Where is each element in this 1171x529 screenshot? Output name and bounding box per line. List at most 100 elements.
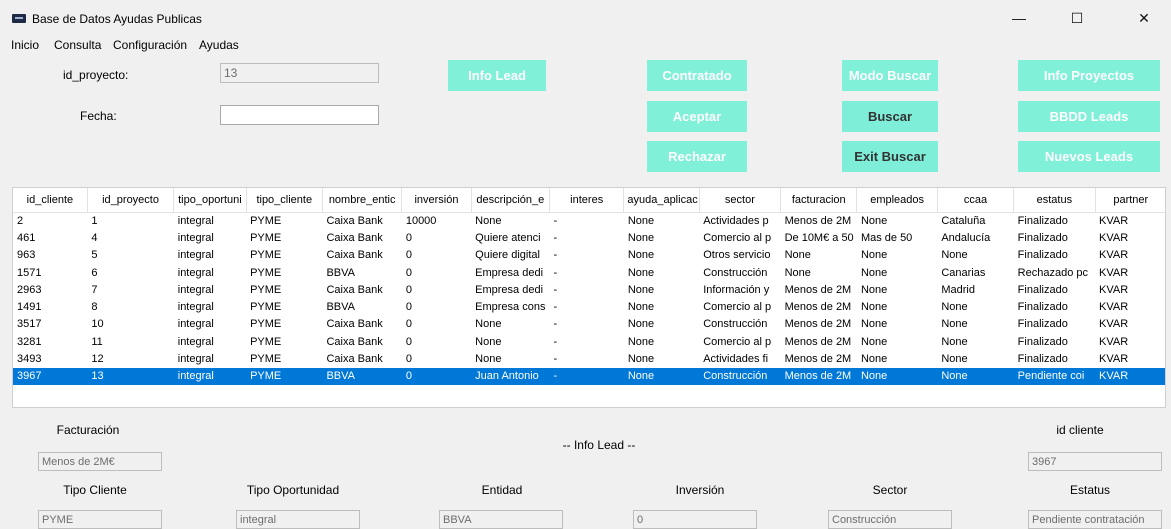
table-cell: - [553, 318, 558, 331]
table-cell: 1491 [17, 301, 42, 314]
table-cell: None [627, 283, 655, 296]
contratado-button[interactable]: Contratado [647, 60, 747, 91]
rechazar-button[interactable]: Rechazar [647, 141, 747, 172]
table-cell: 0 [405, 249, 412, 262]
table-cell: Mas de 50 [860, 231, 913, 244]
menu-consulta[interactable]: Consulta [54, 38, 101, 52]
table-cell: KVAR [1099, 266, 1129, 279]
maximize-button[interactable]: ☐ [1054, 0, 1100, 36]
table-row[interactable]: 3517 10 integral PYME Caixa Bank 0 None - None Co… [13, 316, 1165, 333]
table-cell: 0 [405, 318, 412, 331]
buscar-button[interactable]: Buscar [842, 101, 938, 132]
table-row[interactable]: 3493 12 integral PYME Caixa Bank 0 None - None Ac… [13, 350, 1165, 367]
table-cell: integral [177, 214, 214, 227]
tipo-oportunidad-field[interactable] [236, 510, 360, 529]
fecha-label: Fecha: [80, 109, 117, 123]
table-cell: None [941, 301, 968, 314]
table-cell: PYME [250, 353, 282, 366]
column-header[interactable]: sector [699, 188, 782, 213]
table-cell: 1571 [17, 266, 42, 279]
exit-buscar-button[interactable]: Exit Buscar [842, 141, 938, 172]
column-header[interactable]: ccaa [937, 188, 1015, 213]
table-cell: None [860, 335, 888, 348]
sector-field[interactable] [828, 510, 952, 529]
table-cell: KVAR [1099, 335, 1129, 348]
estatus-field[interactable] [1028, 510, 1162, 529]
table-cell: 0 [405, 283, 412, 296]
table-cell: 10 [91, 318, 104, 331]
table-row[interactable]: 2963 7 integral PYME Caixa Bank 0 Empresa dedi… [13, 281, 1165, 298]
column-header[interactable]: partner [1095, 188, 1165, 213]
facturacion-field[interactable] [38, 452, 162, 471]
table-cell: None [627, 301, 655, 314]
table-cell: None [860, 249, 888, 262]
table-cell: PYME [250, 301, 282, 314]
modo-buscar-button[interactable]: Modo Buscar [842, 60, 938, 91]
table-cell: Finalizado [1017, 335, 1068, 348]
table-cell: - [553, 301, 558, 314]
tipo-cliente-field[interactable] [38, 510, 162, 529]
table-cell: None [475, 318, 502, 331]
column-header[interactable]: id_proyecto [87, 188, 175, 213]
table-row[interactable]: 3967 13 integral PYME BBVA 0 Juan Antonio - None… [13, 367, 1165, 385]
close-button[interactable]: ✕ [1121, 0, 1167, 36]
id-cliente-field[interactable] [1028, 452, 1162, 471]
table-cell: 0 [405, 231, 412, 244]
column-header[interactable]: empleados [856, 188, 938, 213]
table-cell: - [553, 283, 558, 296]
column-header[interactable]: descripción_e [471, 188, 551, 213]
entidad-field[interactable] [439, 510, 563, 529]
table-cell: 7 [91, 283, 98, 296]
table-cell: None [941, 335, 968, 348]
minimize-button[interactable]: — [996, 0, 1042, 36]
table-row[interactable]: 2 1 integral PYME Caixa Bank 10000 None - None Ac… [13, 212, 1165, 229]
table-cell: BBVA [322, 367, 402, 385]
column-header[interactable]: interes [549, 188, 625, 213]
bbdd-leads-button[interactable]: BBDD Leads [1018, 101, 1160, 132]
table-cell: integral [177, 318, 214, 331]
column-header[interactable]: ayuda_aplicac [623, 188, 700, 213]
column-header[interactable]: tipo_oportuni [173, 188, 247, 213]
tipo-cliente-label: Tipo Cliente [63, 483, 127, 497]
table-row[interactable]: 3281 11 integral PYME Caixa Bank 0 None - None Co… [13, 333, 1165, 350]
column-header[interactable]: nombre_entic [322, 188, 403, 213]
column-header[interactable]: estatus [1013, 188, 1096, 213]
entidad-label: Entidad [481, 483, 523, 497]
table-cell: Comercio al p [703, 231, 772, 244]
menu-inicio[interactable]: Inicio [11, 38, 39, 52]
table-cell: - [553, 266, 558, 279]
table-row[interactable]: 1491 8 integral PYME BBVA 0 Empresa cons - None C… [13, 298, 1165, 315]
table-cell: BBVA [326, 301, 355, 314]
facturacion-label: Facturación [56, 423, 120, 437]
table-cell: Finalizado [1017, 318, 1068, 331]
table-cell: PYME [250, 249, 282, 262]
aceptar-button[interactable]: Aceptar [647, 101, 747, 132]
table-cell: integral [177, 335, 214, 348]
table-row[interactable]: 461 4 integral PYME Caixa Bank 0 Quiere atenci… [13, 229, 1165, 246]
table-cell: 8 [91, 301, 98, 314]
column-header[interactable]: facturacion [780, 188, 858, 213]
table-cell: Comercio al p [703, 301, 772, 314]
nuevos-leads-button[interactable]: Nuevos Leads [1018, 141, 1160, 172]
table-cell: 0 [405, 301, 412, 314]
inversion-field[interactable] [633, 510, 757, 529]
info-proyectos-button[interactable]: Info Proyectos [1018, 60, 1160, 91]
column-header[interactable]: id_cliente [13, 188, 88, 213]
table-row[interactable]: 963 5 integral PYME Caixa Bank 0 Quiere digita… [13, 247, 1165, 264]
table-cell: Menos de 2M [784, 301, 852, 314]
data-table[interactable]: id_cliente id_proyecto tipo_oportuni tipo_c… [12, 187, 1166, 408]
table-cell: 5 [91, 249, 98, 262]
column-header[interactable]: tipo_cliente [246, 188, 323, 213]
fecha-field[interactable] [220, 105, 379, 125]
column-header[interactable]: inversión [401, 188, 472, 213]
table-cell: Finalizado [1017, 353, 1068, 366]
info-lead-button[interactable]: Info Lead [448, 60, 546, 91]
id-proyecto-field[interactable] [220, 63, 379, 83]
menu-ayudas[interactable]: Ayudas [199, 38, 239, 52]
menu-configuracion[interactable]: Configuración [113, 38, 187, 52]
table-cell: None [860, 318, 888, 331]
table-row[interactable]: 1571 6 integral PYME BBVA 0 Empresa dedi - None C… [13, 264, 1165, 281]
table-cell: integral [177, 231, 214, 244]
table-cell: Finalizado [1017, 231, 1068, 244]
table-cell: Empresa dedi [475, 283, 544, 296]
